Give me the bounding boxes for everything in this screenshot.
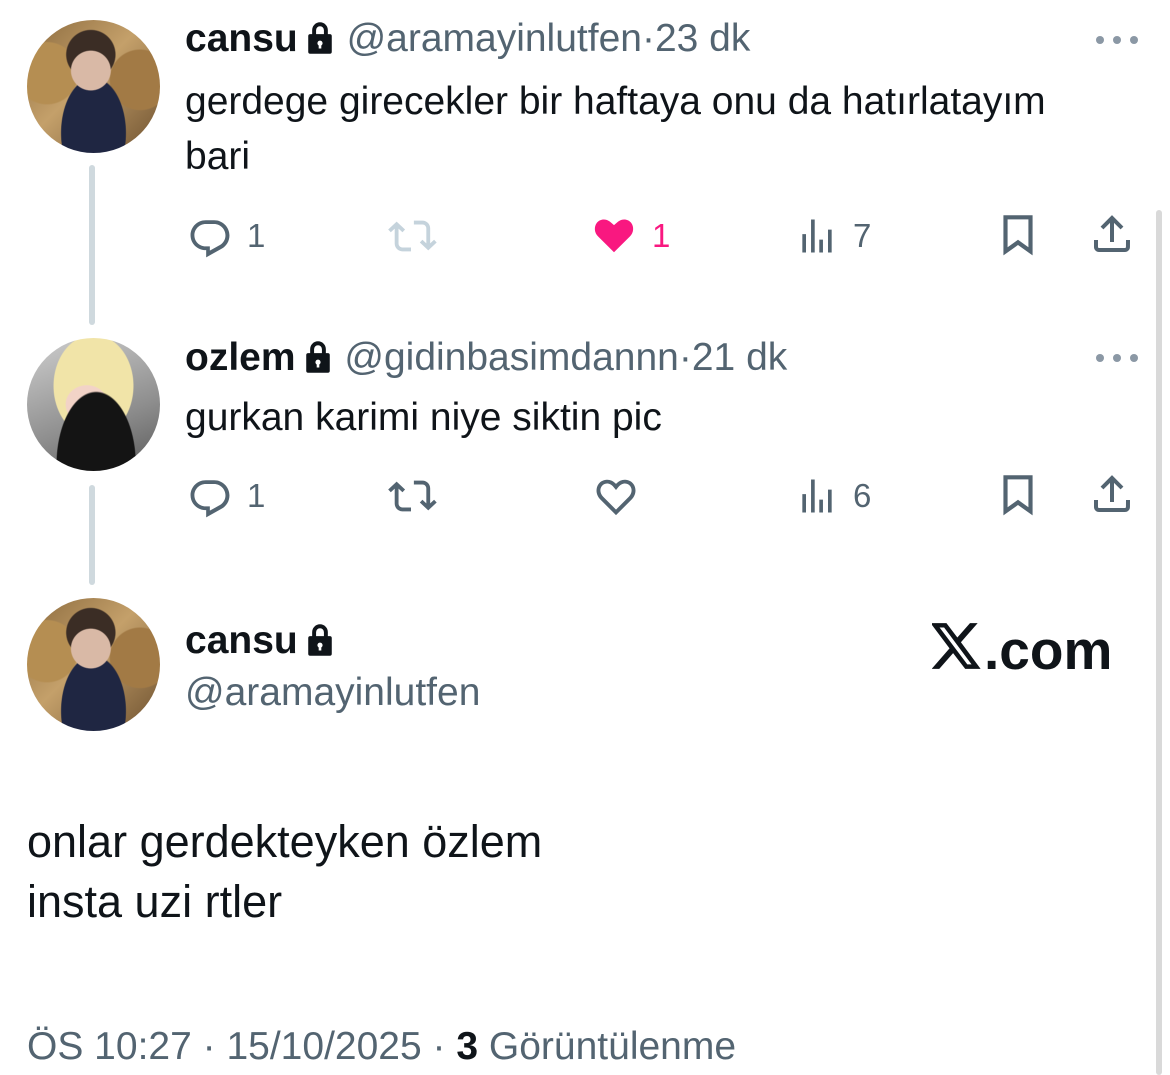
tweet-header: cansu @aramayinlutfen·23 dk [185, 16, 750, 66]
bookmark-icon [997, 470, 1039, 520]
scrollbar[interactable] [1156, 210, 1162, 1075]
like-count: 1 [652, 217, 671, 254]
retweet-button[interactable] [385, 473, 437, 519]
views-label: Görüntülenme [488, 1025, 737, 1068]
share-icon [1088, 470, 1136, 518]
share-button[interactable] [1088, 210, 1136, 258]
retweet-icon [385, 213, 437, 259]
tweet-date[interactable]: 15/10/2025 [226, 1025, 421, 1068]
lock-icon [304, 622, 336, 668]
separator-dot: · [202, 1025, 216, 1068]
reply-icon [187, 473, 233, 519]
reply-button[interactable]: 1 [187, 473, 265, 519]
heart-icon [592, 473, 640, 519]
retweet-button[interactable] [385, 213, 437, 259]
timestamp[interactable]: 23 dk [655, 17, 750, 60]
main-display-name-row: cansu [185, 618, 336, 668]
share-button[interactable] [1088, 470, 1136, 518]
views-button[interactable]: 6 [795, 473, 871, 519]
handle[interactable]: @aramayinlutfen [347, 17, 642, 60]
tweet-time[interactable]: ÖS 10:27 [27, 1025, 192, 1068]
display-name[interactable]: cansu [185, 619, 298, 662]
reply-count: 1 [247, 477, 266, 514]
display-name[interactable]: ozlem [185, 336, 296, 379]
separator-dot: · [641, 17, 655, 60]
handle[interactable]: @gidinbasimdannn [344, 336, 678, 379]
tweet-text: onlar gerdekteyken özlem insta uzi rtler [27, 816, 543, 927]
like-button[interactable]: 1 [590, 213, 670, 259]
share-icon [1088, 210, 1136, 258]
heart-icon [590, 213, 638, 259]
reply-count: 1 [247, 217, 266, 254]
more-icon[interactable] [1096, 34, 1138, 46]
retweet-icon [385, 473, 437, 519]
more-icon[interactable] [1096, 352, 1138, 364]
brand-domain: .com [984, 619, 1113, 681]
thread-line [89, 165, 95, 325]
views-count: 7 [853, 217, 872, 254]
views-count: 6 [853, 477, 872, 514]
x-logo-icon [930, 620, 984, 680]
reply-button[interactable]: 1 [187, 213, 265, 259]
views-icon [795, 473, 839, 519]
avatar[interactable] [27, 598, 160, 731]
lock-icon [304, 20, 336, 66]
tweet-meta: ÖS 10:27 · 15/10/2025 · 3 Görüntülenme [27, 1022, 736, 1072]
timestamp[interactable]: 21 dk [692, 336, 787, 379]
thread-line [89, 485, 95, 585]
views-button[interactable]: 7 [795, 213, 871, 259]
tweet-text: gerdege girecekler bir haftaya onu da ha… [185, 80, 1046, 178]
bookmark-button[interactable] [997, 470, 1039, 520]
bookmark-icon [997, 210, 1039, 260]
views-icon [795, 213, 839, 259]
avatar[interactable] [27, 338, 160, 471]
avatar[interactable] [27, 20, 160, 153]
tweet-text: gurkan karimi niye siktin pic [185, 396, 662, 439]
views-count: 3 [456, 1025, 479, 1068]
like-button[interactable] [592, 473, 640, 519]
separator-dot: · [432, 1025, 446, 1068]
display-name[interactable]: cansu [185, 17, 298, 60]
lock-icon [302, 339, 334, 385]
tweet-header: ozlem @gidinbasimdannn·21 dk [185, 335, 787, 385]
brand-watermark: .com [930, 619, 1113, 681]
handle[interactable]: @aramayinlutfen [185, 670, 480, 716]
reply-icon [187, 213, 233, 259]
bookmark-button[interactable] [997, 210, 1039, 260]
separator-dot: · [678, 336, 692, 379]
